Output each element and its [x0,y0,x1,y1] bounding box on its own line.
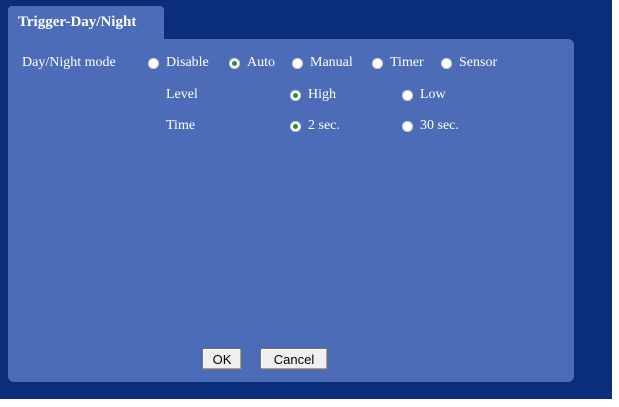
radio-disable-icon [148,57,159,69]
radio-manual-icon [292,57,303,69]
radio-time-2sec-selected-icon [290,120,301,132]
tab-title: Trigger-Day/Night [18,14,137,30]
radio-auto-selected-icon [229,57,240,69]
radio-manual-label: Manual [310,55,353,70]
radio-level-low-label: Low [420,87,446,102]
page-frame: Trigger-Day/Night Day/Night mode Disable… [0,0,619,407]
cancel-button[interactable]: Cancel [260,348,328,370]
radio-manual[interactable]: Manual [292,55,353,71]
radio-timer-icon [372,57,383,69]
radio-level-low-icon [402,89,413,101]
settings-container: Trigger-Day/Night Day/Night mode Disable… [0,0,612,399]
radio-timer[interactable]: Timer [372,55,424,71]
radio-sensor-label: Sensor [459,55,498,70]
radio-timer-label: Timer [390,55,424,70]
radio-time-2sec[interactable]: 2 sec. [290,118,340,134]
day-night-mode-label: Day/Night mode [22,55,116,70]
radio-level-high-selected-icon [290,89,301,101]
radio-auto[interactable]: Auto [229,55,275,71]
level-label: Level [166,87,198,102]
radio-disable-label: Disable [166,55,209,70]
radio-time-30sec[interactable]: 30 sec. [402,118,459,134]
radio-level-high-label: High [308,87,336,102]
radio-sensor-icon [441,57,452,69]
settings-panel: Day/Night mode Disable Auto Manual Timer… [8,39,574,382]
radio-level-low[interactable]: Low [402,87,446,103]
radio-time-2sec-label: 2 sec. [308,118,340,133]
tab-trigger-day-night[interactable]: Trigger-Day/Night [8,6,164,40]
radio-disable[interactable]: Disable [148,55,209,71]
radio-auto-label: Auto [247,55,275,70]
time-label: Time [166,118,196,133]
radio-sensor[interactable]: Sensor [441,55,497,71]
radio-time-30sec-icon [402,120,413,132]
radio-level-high[interactable]: High [290,87,336,103]
ok-button[interactable]: OK [202,348,242,370]
radio-time-30sec-label: 30 sec. [420,118,459,133]
